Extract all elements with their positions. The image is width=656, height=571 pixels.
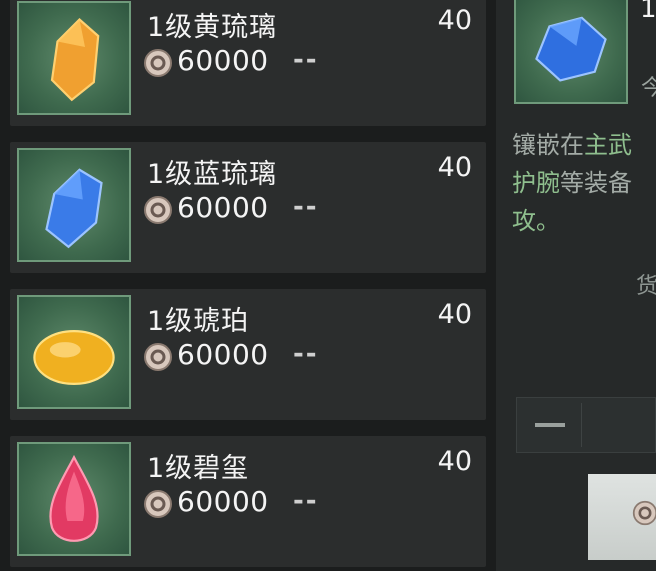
item-stock: -- xyxy=(293,45,319,75)
detail-title: 1 xyxy=(640,0,656,24)
blue-glass-gem-icon xyxy=(17,148,131,262)
detail-subtitle: 今 xyxy=(641,76,656,101)
coin-icon xyxy=(632,500,656,526)
item-quantity: 40 xyxy=(437,446,472,477)
item-price: 60000 xyxy=(177,485,269,518)
shop-item-yellow-glass[interactable]: 1级黄琉璃 40 60000 -- xyxy=(10,0,486,126)
shop-item-tourmaline[interactable]: 1级碧玺 40 60000 -- xyxy=(10,436,486,567)
decrease-quantity-button[interactable] xyxy=(521,403,582,447)
desc-text: 镶嵌在 xyxy=(512,131,584,159)
minus-icon xyxy=(535,423,565,427)
tourmaline-gem-icon xyxy=(17,442,131,556)
coin-icon xyxy=(144,490,172,518)
item-name: 1级碧玺 xyxy=(147,453,250,484)
item-stock: -- xyxy=(293,192,319,222)
amber-gem-icon xyxy=(17,295,131,409)
item-price: 60000 xyxy=(177,191,269,224)
item-quantity: 40 xyxy=(437,152,472,183)
coin-icon xyxy=(144,343,172,371)
item-name: 1级琥珀 xyxy=(147,306,250,337)
shop-item-list: 1级黄琉璃 40 60000 -- 1级蓝琉璃 40 60000 -- 1级琥珀… xyxy=(0,0,496,571)
item-price: 60000 xyxy=(177,44,269,77)
currency-label: 货 xyxy=(636,274,656,299)
shop-item-blue-glass[interactable]: 1级蓝琉璃 40 60000 -- xyxy=(10,142,486,273)
blue-glass-gem-icon xyxy=(514,0,628,104)
coin-icon xyxy=(144,49,172,77)
shop-item-amber[interactable]: 1级琥珀 40 60000 -- xyxy=(10,289,486,420)
desc-text: 等装备 xyxy=(560,169,632,197)
item-price: 60000 xyxy=(177,338,269,371)
desc-highlight: 攻。 xyxy=(512,207,560,235)
item-quantity: 40 xyxy=(437,5,472,36)
coin-icon xyxy=(144,196,172,224)
item-name: 1级蓝琉璃 xyxy=(147,159,278,190)
desc-highlight: 主武 xyxy=(584,131,632,159)
item-stock: -- xyxy=(293,339,319,369)
item-name: 1级黄琉璃 xyxy=(147,12,278,43)
detail-description: 镶嵌在主武 护腕等装备 攻。 xyxy=(512,126,656,240)
desc-highlight: 护腕 xyxy=(512,169,560,197)
item-quantity: 40 xyxy=(437,299,472,330)
yellow-glass-gem-icon xyxy=(17,1,131,115)
item-stock: -- xyxy=(293,486,319,516)
